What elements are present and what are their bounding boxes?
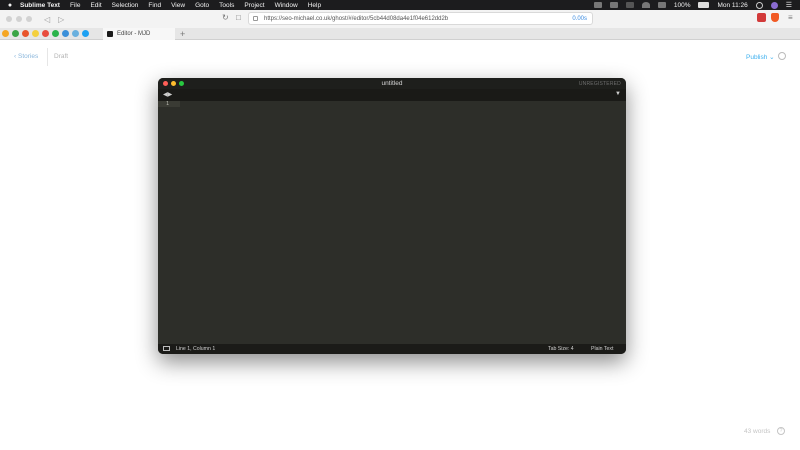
chevron-down-icon: ⌄	[769, 54, 775, 61]
apple-menu-icon[interactable]: ●	[0, 2, 20, 9]
reload-icon[interactable]: ↻	[222, 13, 229, 22]
back-to-stories-link[interactable]: ‹ Stories	[14, 53, 38, 60]
line-number: 1	[166, 101, 170, 107]
search-icon[interactable]	[755, 1, 763, 9]
pinned-tab[interactable]	[30, 29, 40, 39]
lock-icon	[253, 16, 258, 21]
window-controls	[6, 16, 32, 22]
word-count: 43 words	[744, 428, 771, 435]
forward-arrow-icon[interactable]: ▷	[58, 15, 64, 24]
screen-icon[interactable]	[593, 2, 602, 8]
back-arrow-icon[interactable]: ◁	[44, 15, 50, 24]
sublime-window-title: untitled	[381, 80, 403, 87]
load-time-indicator: 0.00s	[572, 15, 587, 22]
close-window-button[interactable]	[6, 16, 12, 22]
post-status: Draft	[54, 53, 69, 60]
keyboard-icon[interactable]	[625, 2, 634, 8]
browser-toolbar: ◁ ▷ ↻ □ https://seo-michael.co.uk/ghost/…	[0, 10, 800, 28]
zoom-window-button[interactable]	[26, 16, 32, 22]
pinned-tab[interactable]	[60, 29, 70, 39]
pinned-tab[interactable]	[0, 29, 10, 39]
publish-menu-button[interactable]: Publish ⌄	[746, 53, 775, 61]
menu-selection[interactable]: Selection	[112, 2, 139, 9]
battery-percent: 100%	[673, 1, 691, 9]
sublime-text-window: untitled UNREGISTERED ◀▶ ▼ 1 Line 1, Col…	[158, 78, 626, 354]
bookmark-icon[interactable]: □	[236, 13, 241, 22]
sublime-status-bar: Line 1, Column 1 Tab Size: 4 Plain Text	[158, 344, 626, 354]
menu-app-name[interactable]: Sublime Text	[20, 2, 60, 9]
ghost-editor-header: ‹ Stories Draft Publish ⌄	[0, 40, 800, 76]
menu-view[interactable]: View	[171, 2, 185, 9]
tab-title: Editor - MJD	[117, 31, 151, 37]
sublime-tab-strip: ◀▶ ▼	[158, 89, 626, 101]
help-button[interactable]: ?	[777, 427, 785, 435]
brave-shield-icon[interactable]	[771, 13, 779, 22]
menu-project[interactable]: Project	[244, 2, 264, 9]
menu-find[interactable]: Find	[148, 2, 161, 9]
sublime-title-bar: untitled UNREGISTERED	[158, 78, 626, 89]
extension-icon[interactable]	[757, 13, 766, 22]
syntax-selector[interactable]: Plain Text	[591, 346, 613, 352]
pinned-tab[interactable]	[10, 29, 20, 39]
notification-center-icon[interactable]: ☰	[786, 1, 792, 9]
menu-help[interactable]: Help	[308, 2, 321, 9]
pinned-tab[interactable]	[40, 29, 50, 39]
cursor-position: Line 1, Column 1	[176, 346, 216, 352]
menu-tools[interactable]: Tools	[219, 2, 234, 9]
new-tab-button[interactable]: +	[180, 28, 185, 40]
tab-nav-arrows-icon[interactable]: ◀▶	[163, 91, 172, 98]
pinned-tab[interactable]	[20, 29, 30, 39]
pinned-tab[interactable]	[70, 29, 80, 39]
macos-menu-bar: ● Sublime Text File Edit Selection Find …	[0, 0, 800, 10]
toggle-panel-icon[interactable]	[163, 346, 170, 351]
address-bar[interactable]: https://seo-michael.co.uk/ghost/#/editor…	[248, 12, 593, 25]
menu-window[interactable]: Window	[275, 2, 298, 9]
cast-icon[interactable]	[609, 2, 618, 8]
tab-list-dropdown-icon[interactable]: ▼	[615, 91, 621, 97]
registration-status: UNREGISTERED	[578, 81, 621, 87]
wifi-icon[interactable]	[641, 2, 650, 8]
menu-goto[interactable]: Goto	[195, 2, 209, 9]
tab-size-selector[interactable]: Tab Size: 4	[548, 346, 574, 352]
line-gutter	[158, 101, 178, 344]
minimize-window-button[interactable]	[16, 16, 22, 22]
clock[interactable]: Mon 11:26	[717, 2, 747, 9]
menu-file[interactable]: File	[70, 2, 80, 9]
menu-edit[interactable]: Edit	[90, 2, 101, 9]
battery-icon[interactable]	[698, 2, 710, 8]
status-area: 100% Mon 11:26 ☰	[593, 0, 792, 10]
ghost-favicon-icon	[107, 31, 113, 37]
app-menu: Sublime Text File Edit Selection Find Vi…	[20, 2, 321, 9]
pinned-tab[interactable]	[80, 29, 90, 39]
header-divider	[47, 48, 48, 66]
pinned-tab[interactable]	[50, 29, 60, 39]
tab-bar: Editor - MJD +	[0, 28, 800, 40]
post-settings-icon[interactable]	[778, 52, 786, 60]
publish-label: Publish	[746, 54, 768, 61]
url-text: https://seo-michael.co.uk/ghost/#/editor…	[264, 15, 449, 22]
code-editor-area[interactable]: 1	[158, 101, 626, 344]
volume-icon[interactable]	[657, 2, 666, 8]
stories-label: Stories	[17, 53, 39, 60]
siri-icon[interactable]	[770, 1, 778, 9]
tab-editor[interactable]: Editor - MJD	[103, 28, 175, 40]
menu-icon[interactable]: ≡	[788, 13, 793, 22]
